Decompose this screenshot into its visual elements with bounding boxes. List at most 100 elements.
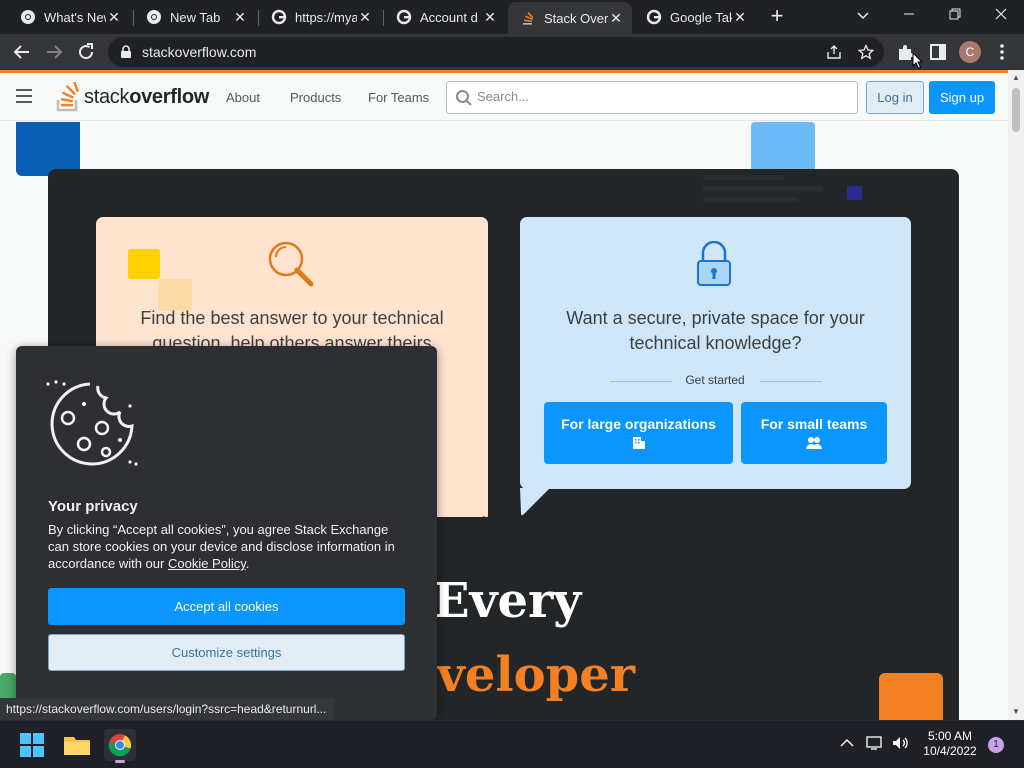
side-panel-icon: [930, 44, 946, 60]
speaker-icon: [893, 737, 908, 749]
search-input[interactable]: [477, 89, 847, 104]
address-bar[interactable]: stackoverflow.com: [108, 37, 884, 67]
decorative-block: [879, 673, 943, 720]
volume-button[interactable]: [892, 735, 910, 754]
close-icon[interactable]: ✕: [357, 9, 373, 26]
arrow-left-icon: [13, 45, 29, 59]
network-button[interactable]: [866, 735, 884, 754]
close-icon[interactable]: ✕: [732, 9, 748, 26]
google-icon: [396, 9, 412, 25]
scroll-down-arrow-icon[interactable]: ▼: [1012, 708, 1020, 716]
site-logo[interactable]: stackoverflow: [56, 81, 209, 113]
network-icon: [866, 736, 882, 750]
building-icon: [632, 437, 645, 449]
tab-title: What's New: [44, 9, 106, 25]
tab-title: Google Tak: [670, 9, 732, 25]
decorative-square: [847, 186, 862, 200]
system-clock[interactable]: 5:00 AM 10/4/2022: [920, 729, 980, 759]
new-tab-button[interactable]: +: [766, 5, 788, 28]
google-icon: [646, 9, 662, 25]
logo-wordmark: stackoverflow: [84, 85, 210, 108]
close-icon[interactable]: ✕: [482, 9, 498, 26]
tab-account[interactable]: Account d ✕: [384, 4, 506, 30]
google-icon: [271, 9, 287, 25]
back-button[interactable]: [10, 40, 34, 64]
reload-icon: [79, 43, 94, 60]
large-organizations-button[interactable]: For large organizations: [544, 402, 733, 464]
customize-settings-button[interactable]: Customize settings: [48, 634, 405, 671]
close-icon: [995, 8, 1007, 20]
tab-stack-overflow[interactable]: Stack Overf ✕: [508, 2, 632, 34]
accept-all-cookies-button[interactable]: Accept all cookies: [48, 588, 405, 625]
arrow-right-icon: [47, 45, 63, 59]
browser-toolbar: stackoverflow.com C: [0, 34, 1024, 70]
restore-button[interactable]: [935, 4, 975, 28]
clock-time: 5:00 AM: [927, 729, 973, 743]
close-icon[interactable]: ✕: [232, 9, 248, 26]
chrome-taskbar-button[interactable]: [104, 729, 136, 763]
menu-button[interactable]: [990, 40, 1014, 64]
tab-mya[interactable]: https://mya ✕: [259, 4, 381, 30]
login-button[interactable]: Log in: [866, 81, 924, 114]
teams-card-text: Want a secure, private space for your te…: [566, 308, 865, 353]
notification-badge[interactable]: 1: [988, 737, 1004, 753]
tab-new-tab[interactable]: New Tab ✕: [134, 4, 256, 30]
tab-title: Account d: [420, 9, 478, 25]
speech-tail-decoration: [520, 488, 550, 516]
forward-button[interactable]: [42, 40, 66, 64]
chrome-icon: [147, 10, 161, 24]
large-orgs-label: For large organizations: [561, 416, 716, 432]
windows-taskbar: 5:00 AM 10/4/2022 1: [0, 720, 1024, 768]
nav-products[interactable]: Products: [290, 90, 341, 105]
windows-icon: [20, 733, 44, 757]
hero-headline-line1: Every: [433, 573, 582, 629]
hero-headline-line2: veloper: [437, 647, 636, 703]
tab-whats-new[interactable]: What's New ✕: [8, 4, 130, 30]
status-bar-url: https://stackoverflow.com/users/login?ss…: [0, 698, 335, 720]
folder-icon: [64, 737, 90, 755]
restore-icon: [949, 8, 961, 20]
tab-search-button[interactable]: [843, 4, 883, 28]
lock-icon: [697, 241, 731, 286]
active-indicator: [115, 760, 125, 763]
close-icon[interactable]: ✕: [608, 10, 624, 27]
chevron-up-icon: [840, 739, 854, 747]
cookie-consent-banner: Your privacy By clicking “Accept all coo…: [16, 346, 437, 720]
kebab-menu-icon: [1000, 44, 1004, 60]
page-viewport: stackoverflow About Products For Teams L…: [0, 70, 1008, 720]
cookie-policy-link[interactable]: Cookie Policy: [168, 556, 246, 571]
tab-google-takeout[interactable]: Google Tak ✕: [634, 4, 756, 30]
start-button[interactable]: [16, 729, 48, 761]
share-icon[interactable]: [826, 44, 842, 60]
small-teams-label: For small teams: [760, 416, 868, 432]
small-teams-button[interactable]: For small teams: [741, 402, 887, 464]
star-icon[interactable]: [858, 44, 874, 60]
nav-for-teams[interactable]: For Teams: [368, 90, 429, 105]
site-header: stackoverflow About Products For Teams L…: [0, 73, 1008, 121]
decorative-block: [751, 122, 815, 172]
stackoverflow-logo-icon: [56, 82, 79, 112]
decorative-square: [128, 249, 160, 279]
profile-avatar[interactable]: C: [959, 41, 981, 63]
close-icon[interactable]: ✕: [106, 9, 122, 26]
url-text: stackoverflow.com: [142, 44, 257, 60]
file-explorer-button[interactable]: [61, 729, 93, 761]
show-hidden-icons-button[interactable]: [840, 735, 854, 751]
close-window-button[interactable]: [981, 4, 1021, 28]
signup-button[interactable]: Sign up: [929, 81, 995, 114]
page-scrollbar[interactable]: ▲ ▼: [1008, 70, 1024, 720]
scroll-up-arrow-icon[interactable]: ▲: [1012, 74, 1020, 82]
cookie-title: Your privacy: [48, 498, 138, 515]
reload-button[interactable]: [74, 40, 98, 64]
get-started-label: Get started: [685, 373, 745, 387]
hamburger-menu-icon[interactable]: [16, 89, 32, 103]
stackoverflow-icon: [523, 12, 534, 25]
nav-about[interactable]: About: [226, 90, 260, 105]
magnifier-icon: [268, 241, 314, 287]
minimize-button[interactable]: [889, 4, 929, 28]
side-panel-button[interactable]: [926, 40, 950, 64]
cookie-body: By clicking “Accept all cookies”, you ag…: [48, 522, 395, 571]
speech-tail-decoration: [455, 483, 488, 518]
scrollbar-thumb[interactable]: [1012, 88, 1020, 132]
cookie-icon: [46, 380, 138, 466]
